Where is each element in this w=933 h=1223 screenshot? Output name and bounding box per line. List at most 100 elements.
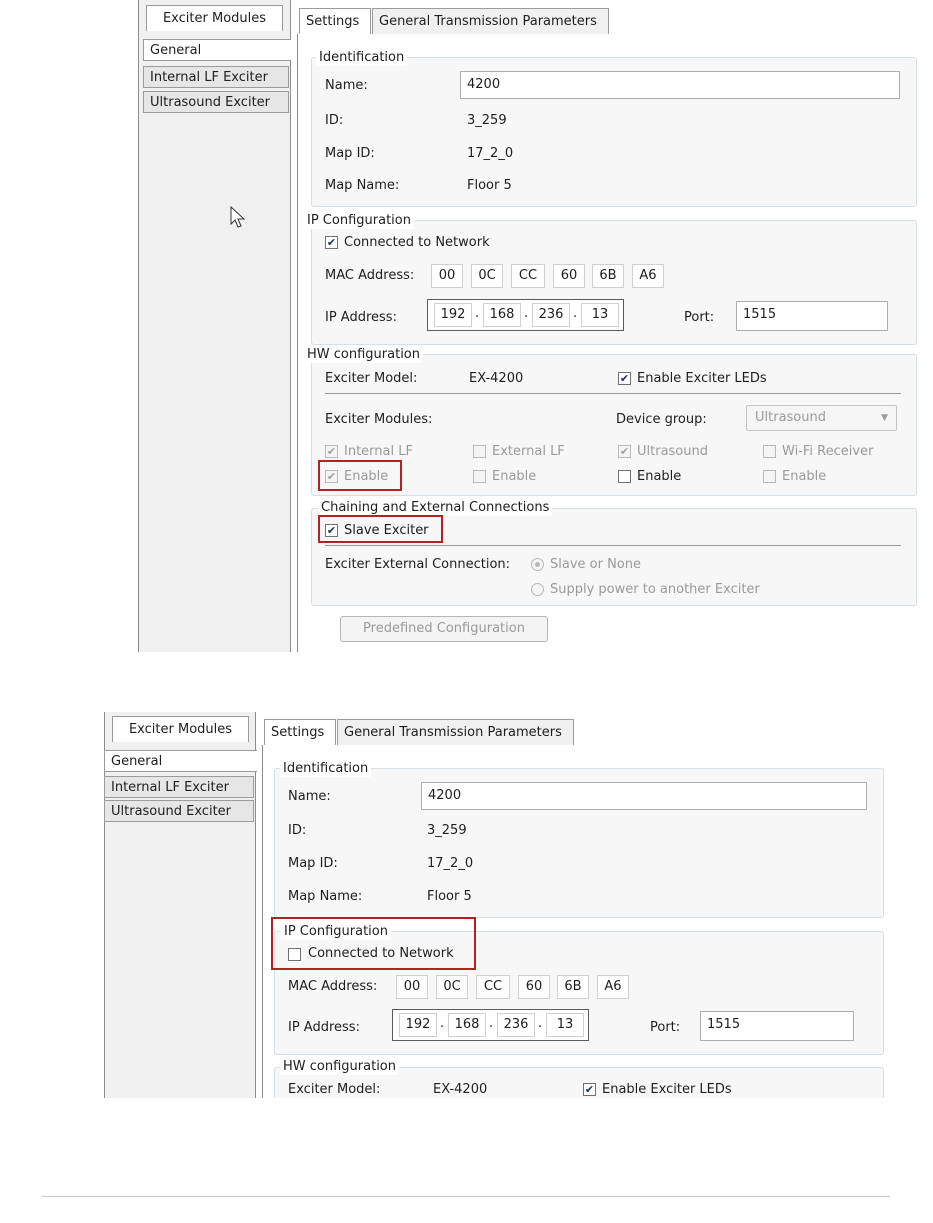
port-label: Port: [650, 1020, 681, 1035]
tab-general-transmission-parameters[interactable]: General Transmission Parameters [337, 719, 574, 745]
wifi-receiver-label: Wi-Fi Receiver [782, 444, 874, 459]
highlight-box [271, 917, 476, 970]
ip-octet-2[interactable]: 168 [448, 1013, 486, 1037]
exciter-modules-label: Exciter Modules: [325, 412, 433, 427]
mac-octet-6[interactable]: A6 [597, 975, 629, 999]
ip-dot: . [538, 1016, 543, 1031]
external-lf-enable-checkbox[interactable] [473, 470, 486, 483]
mac-octet-4[interactable]: 60 [518, 975, 550, 999]
device-group-dropdown[interactable]: Ultrasound ▼ [746, 405, 897, 431]
internal-lf-label: Internal LF [344, 444, 413, 459]
divider [325, 545, 901, 546]
ip-dot: . [440, 1016, 445, 1031]
slave-or-none-label: Slave or None [550, 557, 641, 572]
name-field[interactable]: 4200 [421, 782, 867, 810]
map-id-label: Map ID: [325, 146, 375, 161]
ip-dot: . [524, 306, 529, 321]
ip-octet-3[interactable]: 236 [497, 1013, 535, 1037]
ip-octet-1[interactable]: 192 [399, 1013, 437, 1037]
mac-octet-1[interactable]: 00 [396, 975, 428, 999]
predefined-configuration-button[interactable]: Predefined Configuration [340, 616, 548, 642]
sidebar-item-internal-lf-exciter[interactable]: Internal LF Exciter [143, 66, 289, 88]
port-field[interactable]: 1515 [700, 1011, 854, 1041]
internal-lf-checkbox[interactable]: ✔ [325, 445, 338, 458]
mac-octet-5[interactable]: 6B [557, 975, 589, 999]
external-lf-enable-label: Enable [492, 469, 537, 484]
sidebar-tab-exciter-modules[interactable]: Exciter Modules [112, 716, 249, 742]
sidebar-item-ultrasound-exciter[interactable]: Ultrasound Exciter [104, 800, 254, 822]
map-id-value: 17_2_0 [467, 146, 514, 161]
enable-exciter-leds-checkbox[interactable]: ✔ [618, 372, 631, 385]
hw-configuration-title: HW configuration [280, 1059, 399, 1075]
map-name-value: Floor 5 [427, 889, 472, 904]
mac-octet-4[interactable]: 60 [553, 264, 585, 288]
exciter-model-value: EX-4200 [433, 1082, 488, 1097]
id-value: 3_259 [467, 113, 507, 128]
arrow-cursor-icon [230, 206, 246, 228]
bottom-screenshot: Exciter Modules General Internal LF Exci… [104, 712, 933, 1098]
id-label: ID: [325, 113, 344, 128]
ip-octet-4[interactable]: 13 [581, 303, 619, 327]
tab-general-transmission-parameters[interactable]: General Transmission Parameters [372, 8, 609, 34]
supply-power-label: Supply power to another Exciter [550, 582, 760, 597]
ip-octet-2[interactable]: 168 [483, 303, 521, 327]
ip-octet-4[interactable]: 13 [546, 1013, 584, 1037]
ip-dot: . [475, 306, 480, 321]
enable-exciter-leds-label: Enable Exciter LEDs [602, 1082, 732, 1097]
highlight-box [318, 460, 402, 491]
device-group-label: Device group: [616, 412, 707, 427]
ip-address-label: IP Address: [325, 310, 397, 325]
ip-octet-1[interactable]: 192 [434, 303, 472, 327]
identification-title: Identification [280, 761, 372, 777]
map-id-label: Map ID: [288, 856, 338, 871]
sidebar-item-internal-lf-exciter[interactable]: Internal LF Exciter [104, 776, 254, 798]
map-id-value: 17_2_0 [427, 856, 474, 871]
sidebar-item-general[interactable]: General [143, 39, 291, 61]
enable-exciter-leds-checkbox[interactable]: ✔ [583, 1083, 596, 1096]
mac-address-label: MAC Address: [325, 268, 415, 283]
ip-address-field[interactable]: 192 . 168 . 236 . 13 [427, 299, 624, 331]
enable-exciter-leds-label: Enable Exciter LEDs [637, 371, 767, 386]
name-field[interactable]: 4200 [460, 71, 900, 99]
slave-or-none-radio[interactable] [531, 558, 544, 571]
ultrasound-enable-checkbox[interactable] [618, 470, 631, 483]
wifi-receiver-enable-checkbox[interactable] [763, 470, 776, 483]
name-label: Name: [288, 789, 331, 804]
sidebar-item-ultrasound-exciter[interactable]: Ultrasound Exciter [143, 91, 289, 113]
sidebar-item-general[interactable]: General [104, 750, 257, 772]
tab-settings[interactable]: Settings [299, 8, 371, 35]
external-lf-label: External LF [492, 444, 565, 459]
mac-octet-2[interactable]: 0C [471, 264, 503, 288]
port-field[interactable]: 1515 [736, 301, 888, 331]
mac-octet-5[interactable]: 6B [592, 264, 624, 288]
highlight-box [318, 515, 443, 543]
external-lf-checkbox[interactable] [473, 445, 486, 458]
tab-settings[interactable]: Settings [264, 719, 336, 746]
exciter-model-value: EX-4200 [469, 371, 524, 386]
identification-title: Identification [316, 50, 408, 66]
wifi-receiver-enable-label: Enable [782, 469, 827, 484]
ip-address-field[interactable]: 192 . 168 . 236 . 13 [392, 1009, 589, 1041]
ip-dot: . [573, 306, 578, 321]
sidebar-tab-exciter-modules[interactable]: Exciter Modules [146, 5, 283, 31]
id-value: 3_259 [427, 823, 467, 838]
mac-octet-1[interactable]: 00 [431, 264, 463, 288]
mac-octet-3[interactable]: CC [511, 264, 545, 288]
mac-octet-3[interactable]: CC [476, 975, 510, 999]
chaining-title: Chaining and External Connections [318, 500, 553, 516]
exciter-model-label: Exciter Model: [325, 371, 418, 386]
ip-dot: . [489, 1016, 494, 1031]
mac-octet-2[interactable]: 0C [436, 975, 468, 999]
ip-octet-3[interactable]: 236 [532, 303, 570, 327]
id-label: ID: [288, 823, 307, 838]
divider [325, 393, 901, 394]
hw-configuration-title: HW configuration [304, 347, 423, 363]
ultrasound-checkbox[interactable]: ✔ [618, 445, 631, 458]
mac-octet-6[interactable]: A6 [632, 264, 664, 288]
page-divider [42, 1196, 890, 1197]
connected-to-network-checkbox[interactable]: ✔ [325, 236, 338, 249]
name-label: Name: [325, 78, 368, 93]
wifi-receiver-checkbox[interactable] [763, 445, 776, 458]
map-name-label: Map Name: [325, 178, 400, 193]
supply-power-radio[interactable] [531, 583, 544, 596]
